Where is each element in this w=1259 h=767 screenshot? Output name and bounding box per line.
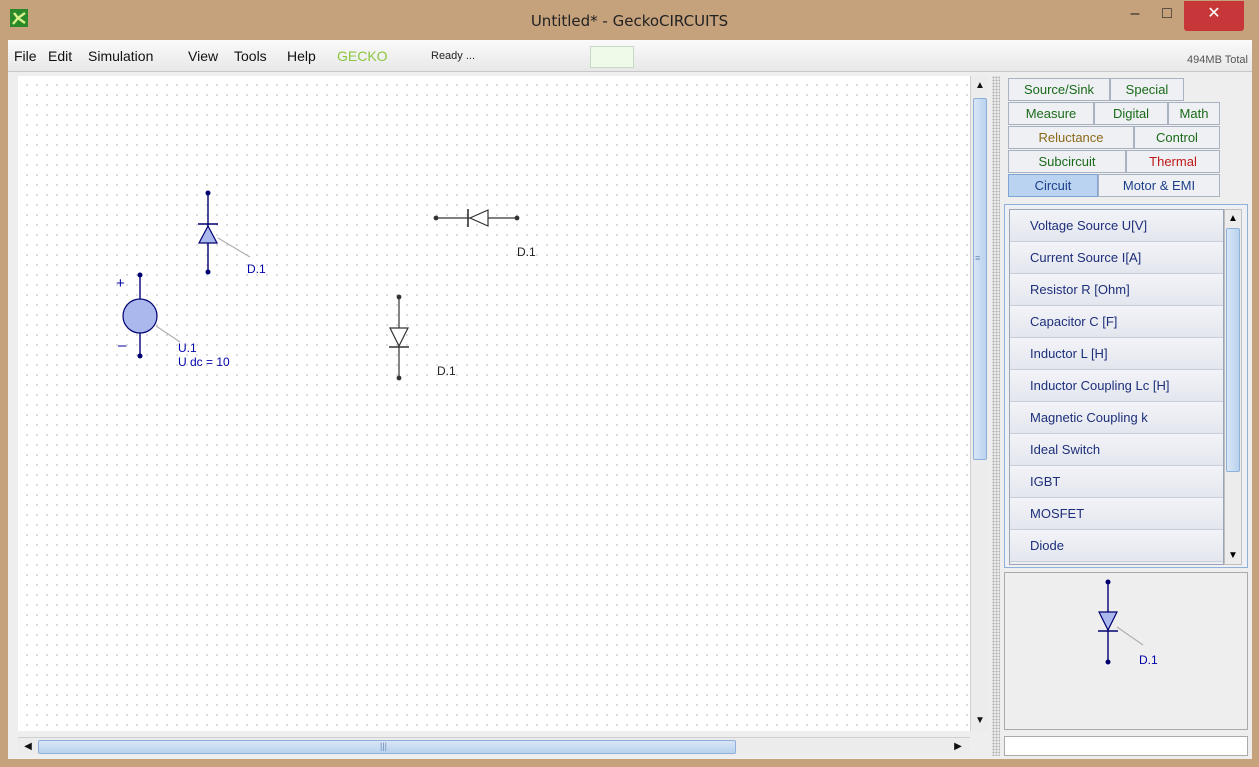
list-item[interactable]: Inductor Coupling Lc [H] [1010, 370, 1223, 402]
menu-tools[interactable]: Tools [234, 48, 267, 64]
menu-bar: File Edit Simulation View Tools Help GEC… [8, 40, 1252, 72]
scroll-grip-icon: ≡ [975, 253, 981, 263]
tab-special[interactable]: Special [1110, 78, 1184, 101]
scroll-down-arrow[interactable]: ▼ [1225, 548, 1241, 564]
tab-reluctance[interactable]: Reluctance [1008, 126, 1134, 149]
scroll-grip-icon: ||| [380, 741, 388, 751]
list-item[interactable]: MOSFET [1010, 498, 1223, 530]
canvas-vertical-scrollbar[interactable]: ▲ ≡ ▼ [970, 76, 988, 731]
component-tabs: Source/Sink Special Measure Digital Math… [1004, 76, 1244, 212]
tab-circuit[interactable]: Circuit [1008, 174, 1098, 197]
schematic-drawing [122, 190, 520, 381]
tab-motor-emi[interactable]: Motor & EMI [1098, 174, 1220, 197]
component-list-panel: Voltage Source U[V] Current Source I[A] … [1004, 204, 1248, 568]
source-plus-sign: + [116, 275, 125, 292]
component-list[interactable]: Voltage Source U[V] Current Source I[A] … [1009, 209, 1224, 565]
status-text: Ready ... [431, 50, 476, 62]
list-item[interactable]: Ideal Switch [1010, 434, 1223, 466]
client-area: File Edit Simulation View Tools Help GEC… [8, 40, 1252, 759]
tab-source-sink[interactable]: Source/Sink [1008, 78, 1110, 101]
voltage-source[interactable] [122, 272, 181, 359]
status-indicator [590, 46, 634, 68]
tab-thermal[interactable]: Thermal [1126, 150, 1220, 173]
list-item[interactable]: Magnetic Coupling k [1010, 402, 1223, 434]
title-bar[interactable]: Untitled* - GeckoCIRCUITS – □ ✕ [0, 0, 1259, 40]
list-item[interactable]: Diode [1010, 530, 1223, 562]
diode-horizontal-label: D.1 [517, 245, 536, 259]
tab-measure[interactable]: Measure [1008, 102, 1094, 125]
list-item[interactable]: IGBT [1010, 466, 1223, 498]
list-item[interactable]: Inductor L [H] [1010, 338, 1223, 370]
diode-gray-label: D.1 [437, 364, 456, 378]
minimize-button[interactable]: – [1120, 1, 1150, 31]
source-value: U dc = 10 [178, 355, 230, 369]
diode-horizontal[interactable] [433, 209, 520, 227]
list-item[interactable]: Resistor R [Ohm] [1010, 274, 1223, 306]
diode-gray[interactable] [389, 294, 409, 381]
diode-blue[interactable] [198, 190, 251, 275]
list-scroll-thumb[interactable] [1226, 228, 1240, 472]
source-minus-sign: – [118, 337, 127, 354]
menu-gecko[interactable]: GECKO [337, 48, 388, 64]
scroll-down-arrow[interactable]: ▼ [972, 713, 988, 729]
bottom-status-field[interactable] [1004, 736, 1248, 756]
menu-simulation[interactable]: Simulation [88, 48, 153, 64]
component-preview: D.1 [1004, 572, 1248, 730]
memory-indicator: 494MB Total [1187, 54, 1248, 66]
window-title: Untitled* - GeckoCIRCUITS [530, 12, 729, 30]
tab-math[interactable]: Math [1168, 102, 1220, 125]
vertical-scroll-thumb[interactable] [973, 98, 987, 460]
maximize-button[interactable]: □ [1152, 1, 1182, 31]
scroll-left-arrow[interactable]: ◀ [20, 739, 36, 755]
menu-view[interactable]: View [188, 48, 218, 64]
diode-blue-label: D.1 [247, 262, 266, 276]
scroll-up-arrow[interactable]: ▲ [1225, 211, 1241, 227]
scroll-right-arrow[interactable]: ▶ [950, 739, 966, 755]
list-item[interactable]: Capacitor C [F] [1010, 306, 1223, 338]
menu-file[interactable]: File [14, 48, 37, 64]
preview-label: D.1 [1139, 653, 1158, 667]
list-item[interactable]: Current Source I[A] [1010, 242, 1223, 274]
list-scrollbar[interactable]: ▲ ▼ [1224, 209, 1242, 565]
menu-help[interactable]: Help [287, 48, 316, 64]
tab-control[interactable]: Control [1134, 126, 1220, 149]
canvas-horizontal-scrollbar[interactable]: ◀ ||| ▶ [18, 737, 970, 755]
window-frame: Untitled* - GeckoCIRCUITS – □ ✕ File Edi… [0, 0, 1259, 767]
list-item[interactable]: Voltage Source U[V] [1010, 210, 1223, 242]
scroll-up-arrow[interactable]: ▲ [972, 78, 988, 94]
preview-drawing [1098, 579, 1144, 665]
schematic-canvas[interactable]: D.1 D.1 + – U.1 U dc = 10 D.1 [18, 76, 970, 731]
tab-subcircuit[interactable]: Subcircuit [1008, 150, 1126, 173]
menu-edit[interactable]: Edit [48, 48, 72, 64]
tab-digital[interactable]: Digital [1094, 102, 1168, 125]
source-label: U.1 [178, 341, 197, 355]
split-pane-divider[interactable] [992, 76, 1000, 756]
close-button[interactable]: ✕ [1184, 1, 1244, 31]
